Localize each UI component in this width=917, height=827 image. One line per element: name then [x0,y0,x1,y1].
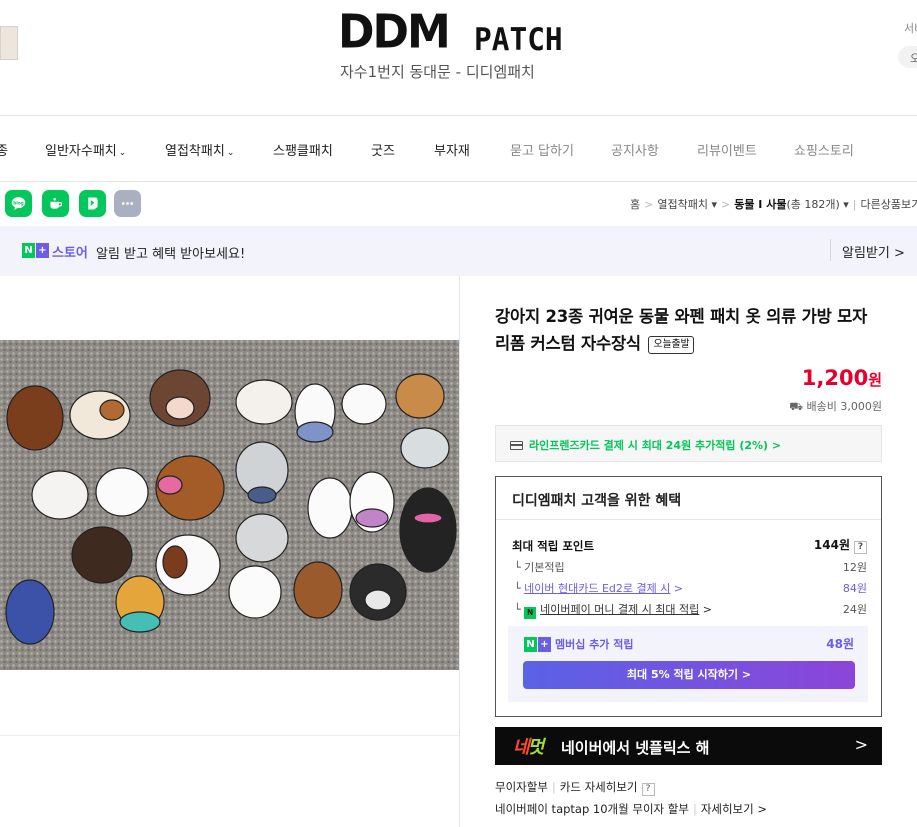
breadcrumb-current-category[interactable]: 동물 I 사물 [734,198,786,211]
svg-text:blog: blog [13,200,23,206]
max-points-label: 최대 적립 포인트 [512,539,595,553]
nav-item-notice[interactable]: 공지사항 [611,140,659,159]
hyundai-card-link[interactable]: └ 네이버 현대카드 Ed2로 결제 시 > [514,580,683,596]
installment-line-1: 무이자할부 | 카드 자세히보기? [495,779,655,796]
netflix-banner[interactable]: 네멋 네이버에서 넷플릭스 해 > [495,727,882,765]
npay-money-link[interactable]: └ N 네이버페이 머니 결제 시 최대 적립 > [514,601,712,619]
left-banner-edge[interactable] [0,26,18,60]
naver-plus-icon: N + [524,637,551,652]
chevron-down-icon: ⌄ [118,148,127,158]
netflix-promo-logo: 네멋 [513,737,544,758]
logo-patch-text: PATCH [474,22,563,58]
nav-item-partial[interactable]: 종 [0,140,8,159]
breadcrumb-count: (총 182개) [786,198,840,211]
product-title: 강아지 23종 귀여운 동물 와펜 패치 옷 의류 가방 모자 리폼 커스텀 자… [495,307,868,354]
breadcrumb: 홈>열접착패치 ▾>동물 I 사물(총 182개) ▾|다른상품보기 ▾ [630,196,917,212]
cafe-share-icon[interactable] [42,190,69,217]
membership-box: N + 멤버십 추가 적립 48원 최대 5% 적립 시작하기 > [508,626,868,702]
nav-item-heat-patch[interactable]: 열접착패치 ⌄ [165,140,234,159]
nav-item-shopping-story[interactable]: 쇼핑스토리 [794,140,854,159]
hyundai-card-value: 84원 [842,582,867,595]
help-icon[interactable]: ? [854,541,867,554]
basic-points-label: └ 기본적립 [514,561,565,574]
benefit-heading: 디디엠패치 고객을 위한 혜택 [496,477,881,520]
blog-share-icon[interactable]: blog [5,190,32,217]
product-photo[interactable] [0,340,459,670]
product-price: 1,200원 [801,366,882,390]
membership-label: 멤버십 추가 적립 [555,638,634,651]
chevron-down-icon: ⌄ [226,148,235,158]
store-alert-text: 알림 받고 혜택 받아보세요! [96,247,246,262]
breadcrumb-heat-patch[interactable]: 열접착패치 ▾ [657,198,717,211]
nav-item-accessories[interactable]: 부자재 [434,140,470,159]
membership-value: 48원 [826,637,854,651]
site-header: DDM PATCH 자수1번지 동대문 - 디디엠패치 서비 오 [0,0,917,116]
nav-item-goods[interactable]: 굿즈 [371,140,395,159]
nav-item-spangle-patch[interactable]: 스팽클패치 [273,140,333,159]
product-image-panel [0,276,460,827]
credit-card-icon [510,441,523,450]
breadcrumb-home[interactable]: 홈 [630,198,640,211]
npay-money-value: 24원 [842,603,867,616]
start-earning-button[interactable]: 최대 5% 적립 시작하기 > [523,661,855,689]
benefit-box: 디디엠패치 고객을 위한 혜택 최대 적립 포인트 144원? └ 기본적립 1… [495,476,882,717]
store-alert-bar: N + 스토어 알림 받고 혜택 받아보세요! 알림받기 > [0,226,917,276]
installment-line-2: 네이버페이 taptap 10개월 무이자 할부 | 자세히보기 > [495,802,768,816]
interest-free-label: 무이자할부 [495,780,548,794]
category-nav: 종 일반자수패치 ⌄ 열접착패치 ⌄ 스팽클패치 굿즈 부자재 묻고 답하기 공지사… [0,116,917,182]
help-icon[interactable]: ? [641,783,655,796]
npay-installment-text: 네이버페이 taptap 10개월 무이자 할부 [495,802,689,816]
nav-item-review-event[interactable]: 리뷰이벤트 [697,140,757,159]
chevron-right-icon: > [854,735,868,754]
installment-details-link[interactable]: 자세히보기 > [701,802,767,816]
shipping-fee: ⛟ 배송비 3,000원 [789,400,882,413]
naver-plus-icon: N + [22,243,49,258]
nav-item-embroidery-patch[interactable]: 일반자수패치 ⌄ [45,140,126,159]
card-details-link[interactable]: 카드 자세히보기 [560,780,638,794]
basic-points-value: 12원 [842,561,867,574]
site-logo[interactable]: DDM PATCH [338,5,588,60]
today-shipping-badge: 오늘출발 [648,336,695,354]
naver-pay-icon: N [524,607,537,619]
header-search-pill[interactable]: 오 [898,46,917,68]
header-right-link[interactable]: 서비 [904,20,917,36]
logo-ddm-text: DDM [338,5,451,60]
truck-icon: ⛟ [789,400,804,413]
card-promo-banner[interactable]: 라인프렌즈카드 결제 시 최대 24원 추가적립 (2%) > [495,425,882,462]
max-points-value: 144원? [814,536,867,554]
image-divider [0,735,459,736]
site-subtitle: 자수1번지 동대문 - 디디엠패치 [340,63,535,81]
netflix-banner-text: 네이버에서 넷플릭스 해 [561,739,710,757]
more-share-icon[interactable] [114,190,141,217]
band-share-icon[interactable] [79,190,106,217]
other-products-link[interactable]: 다른상품보기 ▾ [861,198,917,211]
nav-item-qna[interactable]: 묻고 답하기 [510,140,574,159]
store-label: 스토어 [52,246,88,261]
subscribe-alert-button[interactable]: 알림받기 > [830,239,905,261]
